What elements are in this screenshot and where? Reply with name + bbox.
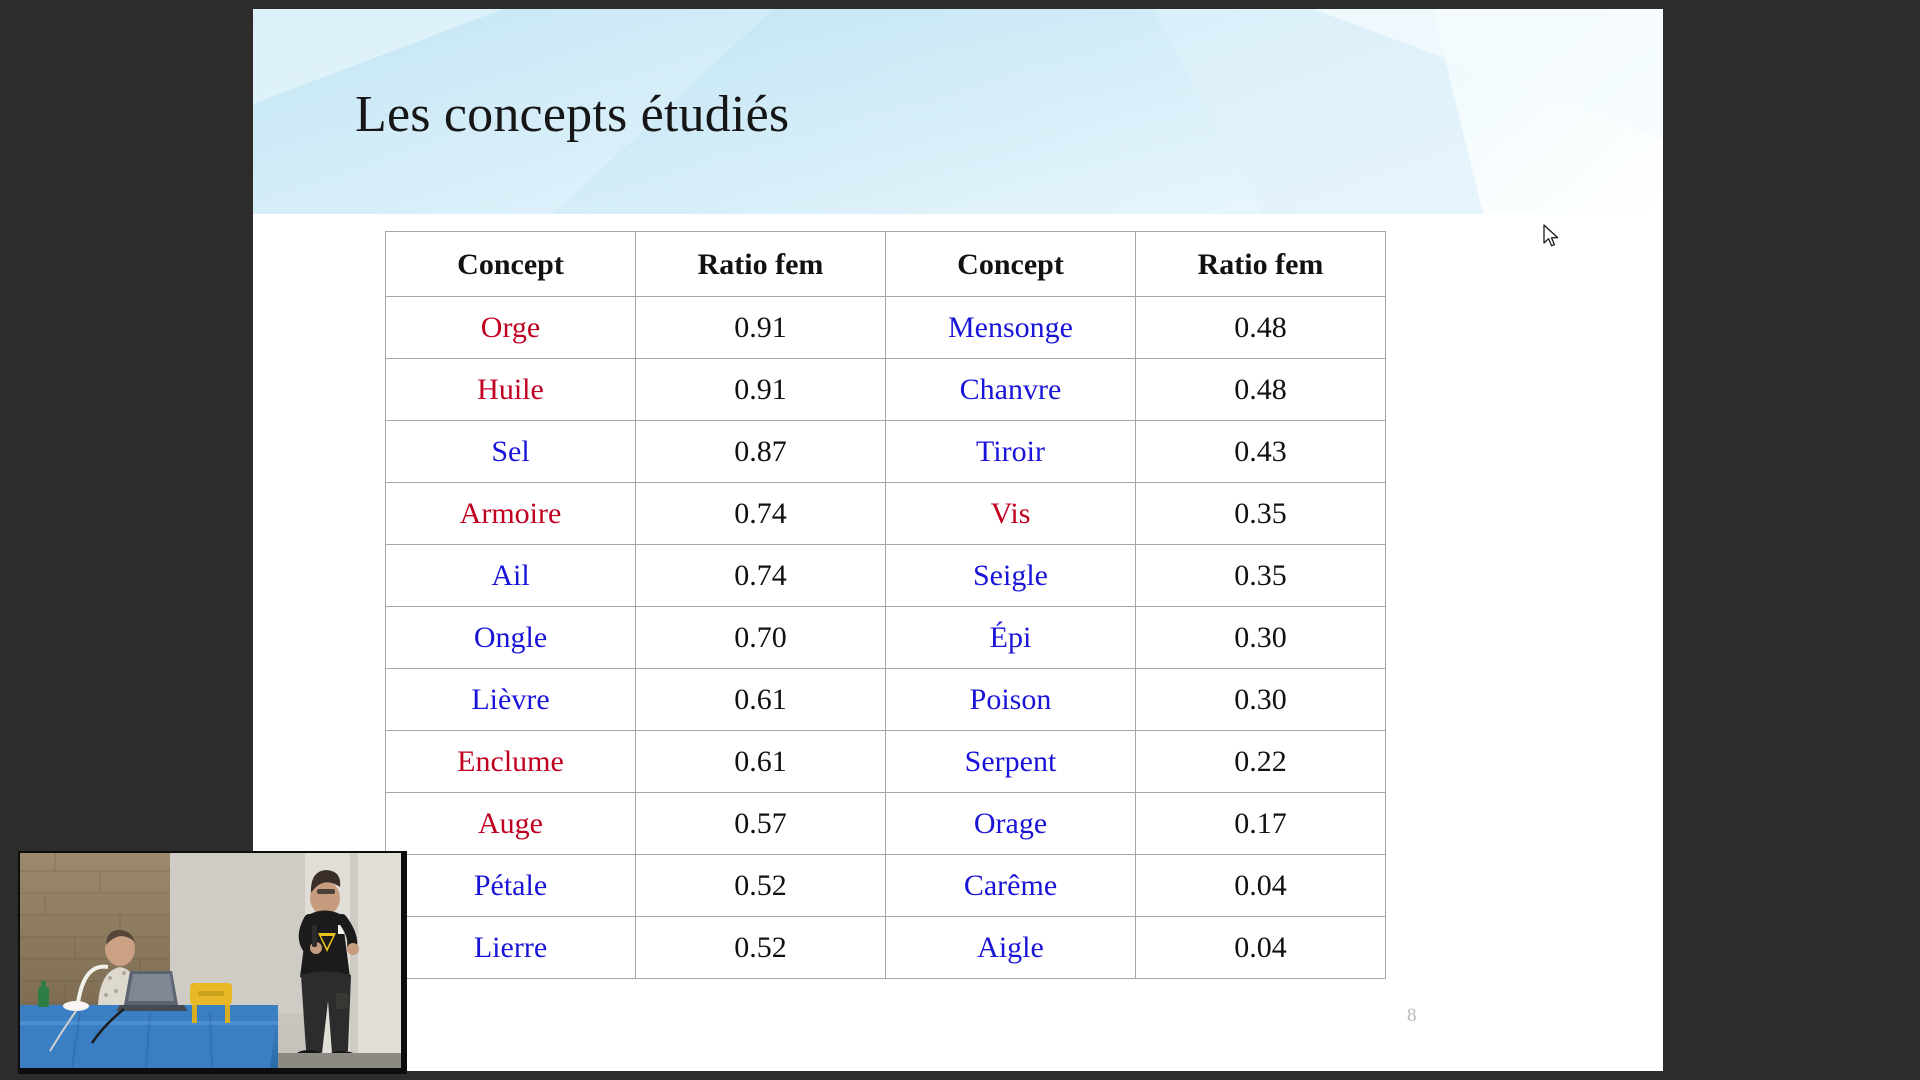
cell-ratio-right: 0.35: [1135, 482, 1386, 545]
cell-concept-right: Poison: [885, 668, 1136, 731]
table-row: Lierre 0.52 Aigle 0.04: [385, 916, 1386, 979]
cell-ratio-left: 0.61: [635, 668, 886, 731]
cell-ratio-left: 0.91: [635, 358, 886, 421]
cell-concept-left: Ail: [385, 544, 636, 607]
mouse-pointer-icon: [1543, 224, 1559, 247]
cell-concept-left: Lièvre: [385, 668, 636, 731]
table-row: Ail 0.74 Seigle 0.35: [385, 544, 1386, 607]
cell-concept-right: Épi: [885, 606, 1136, 669]
table-row: Huile 0.91 Chanvre 0.48: [385, 358, 1386, 421]
cell-concept-left: Sel: [385, 420, 636, 483]
cell-ratio-left: 0.61: [635, 730, 886, 793]
cell-concept-right: Chanvre: [885, 358, 1136, 421]
cell-ratio-left: 0.87: [635, 420, 886, 483]
presentation-slide: Les concepts étudiés Concept Ratio fem C…: [253, 9, 1663, 1071]
cell-ratio-right: 0.04: [1135, 854, 1386, 917]
cell-ratio-left: 0.70: [635, 606, 886, 669]
cell-concept-right: Orage: [885, 792, 1136, 855]
column-header-concept-left: Concept: [385, 231, 636, 297]
cell-ratio-left: 0.57: [635, 792, 886, 855]
table-row: Orge 0.91 Mensonge 0.48: [385, 296, 1386, 359]
cell-ratio-right: 0.04: [1135, 916, 1386, 979]
cell-ratio-left: 0.91: [635, 296, 886, 359]
column-header-concept-right: Concept: [885, 231, 1136, 297]
cell-concept-right: Seigle: [885, 544, 1136, 607]
cell-ratio-right: 0.43: [1135, 420, 1386, 483]
column-header-ratio-right: Ratio fem: [1135, 231, 1386, 297]
cell-ratio-left: 0.74: [635, 544, 886, 607]
cell-ratio-right: 0.35: [1135, 544, 1386, 607]
column-header-ratio-left: Ratio fem: [635, 231, 886, 297]
page-title: Les concepts étudiés: [355, 86, 790, 143]
cell-concept-left: Enclume: [385, 730, 636, 793]
table-body: Orge 0.91 Mensonge 0.48 Huile 0.91 Chanvre 0.48…: [385, 296, 1386, 979]
cell-ratio-left: 0.52: [635, 854, 886, 917]
concepts-ratio-table: Concept Ratio fem Concept Ratio fem Orge…: [385, 231, 1386, 979]
cell-ratio-right: 0.48: [1135, 358, 1386, 421]
table-row: Ongle 0.70 Épi 0.30: [385, 606, 1386, 669]
table-row: Pétale 0.52 Carême 0.04: [385, 854, 1386, 917]
cell-ratio-right: 0.30: [1135, 606, 1386, 669]
cell-ratio-right: 0.22: [1135, 730, 1386, 793]
cell-concept-left: Lierre: [385, 916, 636, 979]
screen: Les concepts étudiés Concept Ratio fem C…: [0, 0, 1920, 1080]
cell-concept-right: Tiroir: [885, 420, 1136, 483]
cell-ratio-right: 0.48: [1135, 296, 1386, 359]
cell-concept-left: Orge: [385, 296, 636, 359]
table-row: Sel 0.87 Tiroir 0.43: [385, 420, 1386, 483]
cell-concept-right: Vis: [885, 482, 1136, 545]
cell-ratio-right: 0.17: [1135, 792, 1386, 855]
slide-header-banner: Les concepts étudiés: [253, 9, 1663, 214]
table-row: Lièvre 0.61 Poison 0.30: [385, 668, 1386, 731]
cell-concept-left: Armoire: [385, 482, 636, 545]
cell-concept-left: Pétale: [385, 854, 636, 917]
table-header-row: Concept Ratio fem Concept Ratio fem: [385, 231, 1386, 297]
cell-ratio-right: 0.30: [1135, 668, 1386, 731]
table-row: Auge 0.57 Orage 0.17: [385, 792, 1386, 855]
video-frame: [20, 853, 401, 1068]
cell-concept-left: Auge: [385, 792, 636, 855]
conference-video-overlay[interactable]: [18, 851, 407, 1074]
table-row: Enclume 0.61 Serpent 0.22: [385, 730, 1386, 793]
cell-concept-left: Ongle: [385, 606, 636, 669]
cell-concept-right: Aigle: [885, 916, 1136, 979]
cell-concept-right: Mensonge: [885, 296, 1136, 359]
cell-concept-right: Serpent: [885, 730, 1136, 793]
slide-number: 8: [1407, 1005, 1417, 1026]
cell-concept-right: Carême: [885, 854, 1136, 917]
cell-ratio-left: 0.74: [635, 482, 886, 545]
cell-concept-left: Huile: [385, 358, 636, 421]
table-row: Armoire 0.74 Vis 0.35: [385, 482, 1386, 545]
cell-ratio-left: 0.52: [635, 916, 886, 979]
